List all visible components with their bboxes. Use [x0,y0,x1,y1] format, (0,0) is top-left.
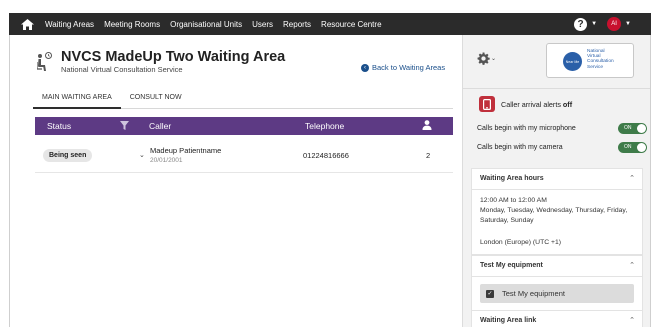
chevron-up-icon[interactable]: ⌃ [629,174,635,182]
main-content: NVCS MadeUp Two Waiting Area National Vi… [10,35,462,327]
tab-main-waiting-area[interactable]: MAIN WAITING AREA [33,90,121,109]
avatar[interactable]: AI [607,17,622,31]
settings-panel: ⌄ Near Me National Virtual Consultation … [462,35,650,327]
nav-organisational-units[interactable]: Organisational Units [170,20,242,29]
help-icon[interactable]: ? [574,17,588,31]
settings-chevron-down-icon: ⌄ [491,56,497,62]
logo-line-4: Service [587,64,603,70]
table-row[interactable]: Being seen ⌄ Madeup Patientname 20/01/20… [35,137,453,173]
link-title: Waiting Area link [480,317,537,324]
test-equipment-section: Test My equipment ⌃ ✓ Test My equipment [471,255,643,312]
frame-border-right [650,35,651,327]
column-status[interactable]: Status [47,121,71,131]
microphone-setting: Calls begin with my microphone ON [477,123,647,134]
back-link-label: Back to Waiting Areas [372,63,446,72]
camera-setting: Calls begin with my camera ON [477,142,647,153]
microphone-toggle-state: ON [624,125,632,131]
test-equipment-button[interactable]: ✓ Test My equipment [480,284,634,303]
tab-bar: MAIN WAITING AREA CONSULT NOW [33,90,453,109]
page-title: NVCS MadeUp Two Waiting Area [61,49,286,65]
participant-count: 2 [426,151,431,160]
hours-time: 12:00 AM to 12:00 AM [480,197,547,204]
caller-arrival-alerts[interactable]: Caller arrival alerts off [501,100,572,109]
hours-days: Monday, Tuesday, Wednesday, Thursday, Fr… [480,207,628,224]
waiting-area-link-section: Waiting Area link ⌃ [471,310,643,327]
section-header[interactable]: Waiting Area link ⌃ [472,311,642,327]
alerts-label: Caller arrival alerts [501,100,561,109]
nav-waiting-areas[interactable]: Waiting Areas [45,20,94,29]
page-subtitle: National Virtual Consultation Service [61,65,183,74]
section-header[interactable]: Waiting Area hours ⌃ [472,169,642,190]
alerts-state: off [562,100,573,109]
checkbox-icon: ✓ [486,289,494,298]
nav-reports[interactable]: Reports [283,20,311,29]
phone-alert-icon[interactable] [479,96,495,112]
service-logo: Near Me National Virtual Consultation Se… [546,43,634,78]
user-chevron-down-icon[interactable]: ▼ [625,21,631,27]
help-chevron-down-icon[interactable]: ▼ [591,21,597,27]
person-icon [422,120,432,132]
section-header[interactable]: Test My equipment ⌃ [472,256,642,277]
test-equipment-label: Test My equipment [502,289,565,298]
logo-text: National Virtual Consultation Service [587,49,614,70]
divider [463,88,650,89]
caller-name: Madeup Patientname [150,146,222,155]
nav-resource-centre[interactable]: Resource Centre [321,20,381,29]
hours-timezone: London (Europe) (UTC +1) [480,239,562,246]
camera-toggle[interactable]: ON [618,142,647,153]
column-telephone: Telephone [305,121,345,131]
nav-meeting-rooms[interactable]: Meeting Rooms [104,20,160,29]
toggle-knob [637,124,646,133]
gear-icon [477,52,490,65]
hours-body: 12:00 AM to 12:00 AM Monday, Tuesday, We… [472,190,642,254]
waiting-area-hours-section: Waiting Area hours ⌃ 12:00 AM to 12:00 A… [471,168,643,255]
caller-telephone: 01224816666 [303,151,349,160]
equipment-title: Test My equipment [480,262,543,269]
chevron-down-icon[interactable]: ⌄ [139,151,145,159]
status-badge: Being seen [43,149,93,162]
chevron-up-icon[interactable]: ⌃ [629,261,635,269]
chevron-left-icon: ‹ [361,63,369,72]
logo-line-3: Consultation [587,59,614,65]
hours-title: Waiting Area hours [480,175,544,182]
nav-users[interactable]: Users [252,20,273,29]
settings-menu[interactable]: ⌄ [477,52,496,65]
chevron-up-icon[interactable]: ⌃ [629,316,635,324]
table-header: Status Caller Telephone [35,117,453,135]
camera-toggle-state: ON [624,144,632,150]
toggle-knob [637,143,646,152]
back-to-waiting-areas-link[interactable]: ‹ Back to Waiting Areas [361,63,445,72]
top-nav: Waiting Areas Meeting Rooms Organisation… [9,13,651,35]
microphone-label: Calls begin with my microphone [477,125,576,132]
microphone-toggle[interactable]: ON [618,123,647,134]
camera-label: Calls begin with my camera [477,144,563,151]
home-icon[interactable] [9,13,45,35]
near-me-logo-icon: Near Me [563,52,582,71]
tab-consult-now[interactable]: CONSULT NOW [121,90,191,109]
filter-icon[interactable] [120,121,129,132]
waiting-area-icon [36,52,53,77]
column-caller: Caller [149,121,172,131]
caller-dob: 20/01/2001 [150,157,183,164]
